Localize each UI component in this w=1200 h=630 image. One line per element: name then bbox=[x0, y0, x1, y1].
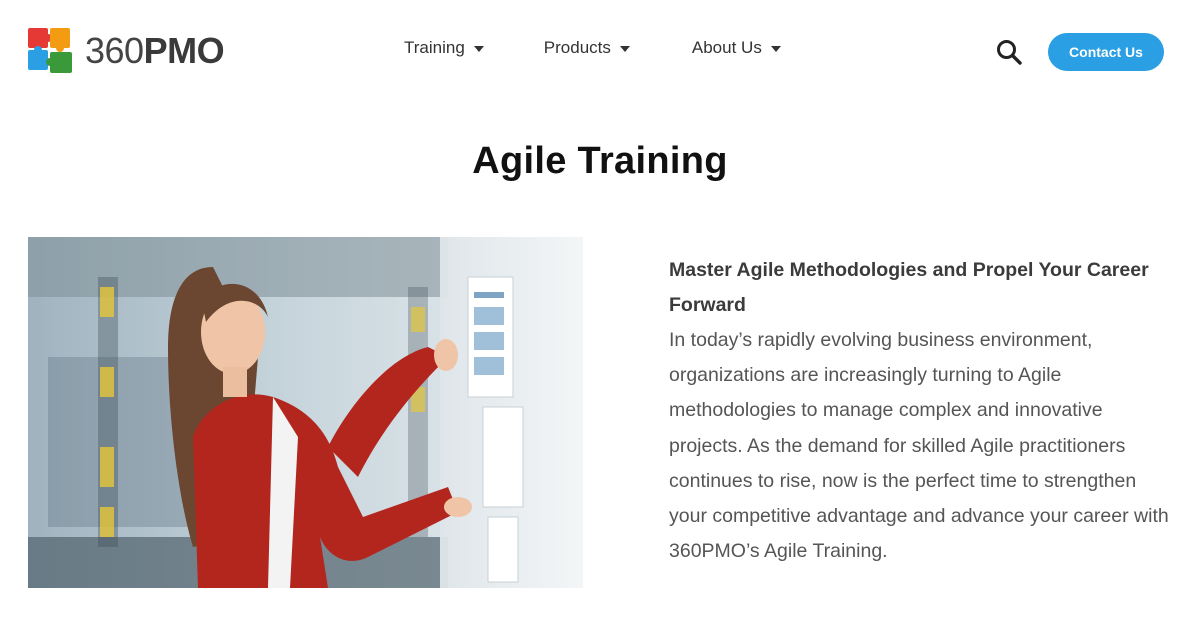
woman-at-board-photo bbox=[28, 237, 583, 588]
logo[interactable]: 360PMO bbox=[27, 26, 225, 76]
caret-down-icon bbox=[619, 46, 630, 52]
site-header: 360PMO Training Products About Us Contac… bbox=[0, 0, 1200, 100]
intro-lead: Master Agile Methodologies and Propel Yo… bbox=[669, 259, 1149, 316]
nav-about-us[interactable]: About Us bbox=[692, 38, 781, 58]
nav-products[interactable]: Products bbox=[544, 38, 630, 58]
search-icon bbox=[997, 40, 1022, 65]
caret-down-icon bbox=[770, 46, 781, 52]
nav-products-label: Products bbox=[543, 38, 611, 57]
nav-training-label: Training bbox=[404, 38, 465, 57]
logo-text: 360PMO bbox=[85, 30, 225, 71]
hero-image bbox=[28, 237, 583, 588]
contact-us-button[interactable]: Contact Us bbox=[1048, 33, 1164, 71]
page-title: Agile Training bbox=[472, 140, 728, 182]
nav-about-us-label: About Us bbox=[691, 38, 762, 57]
caret-down-icon bbox=[473, 46, 484, 52]
nav-training[interactable]: Training bbox=[404, 38, 484, 58]
logo-text-bold: PMO bbox=[143, 30, 225, 71]
main-nav: Training Products About Us bbox=[404, 38, 841, 58]
intro-body: In today’s rapidly evolving business env… bbox=[669, 329, 1169, 563]
logo-text-light: 360 bbox=[85, 30, 144, 71]
intro-section: Master Agile Methodologies and Propel Yo… bbox=[669, 253, 1169, 569]
search-button[interactable] bbox=[995, 38, 1023, 66]
puzzle-logo-icon bbox=[28, 28, 72, 73]
